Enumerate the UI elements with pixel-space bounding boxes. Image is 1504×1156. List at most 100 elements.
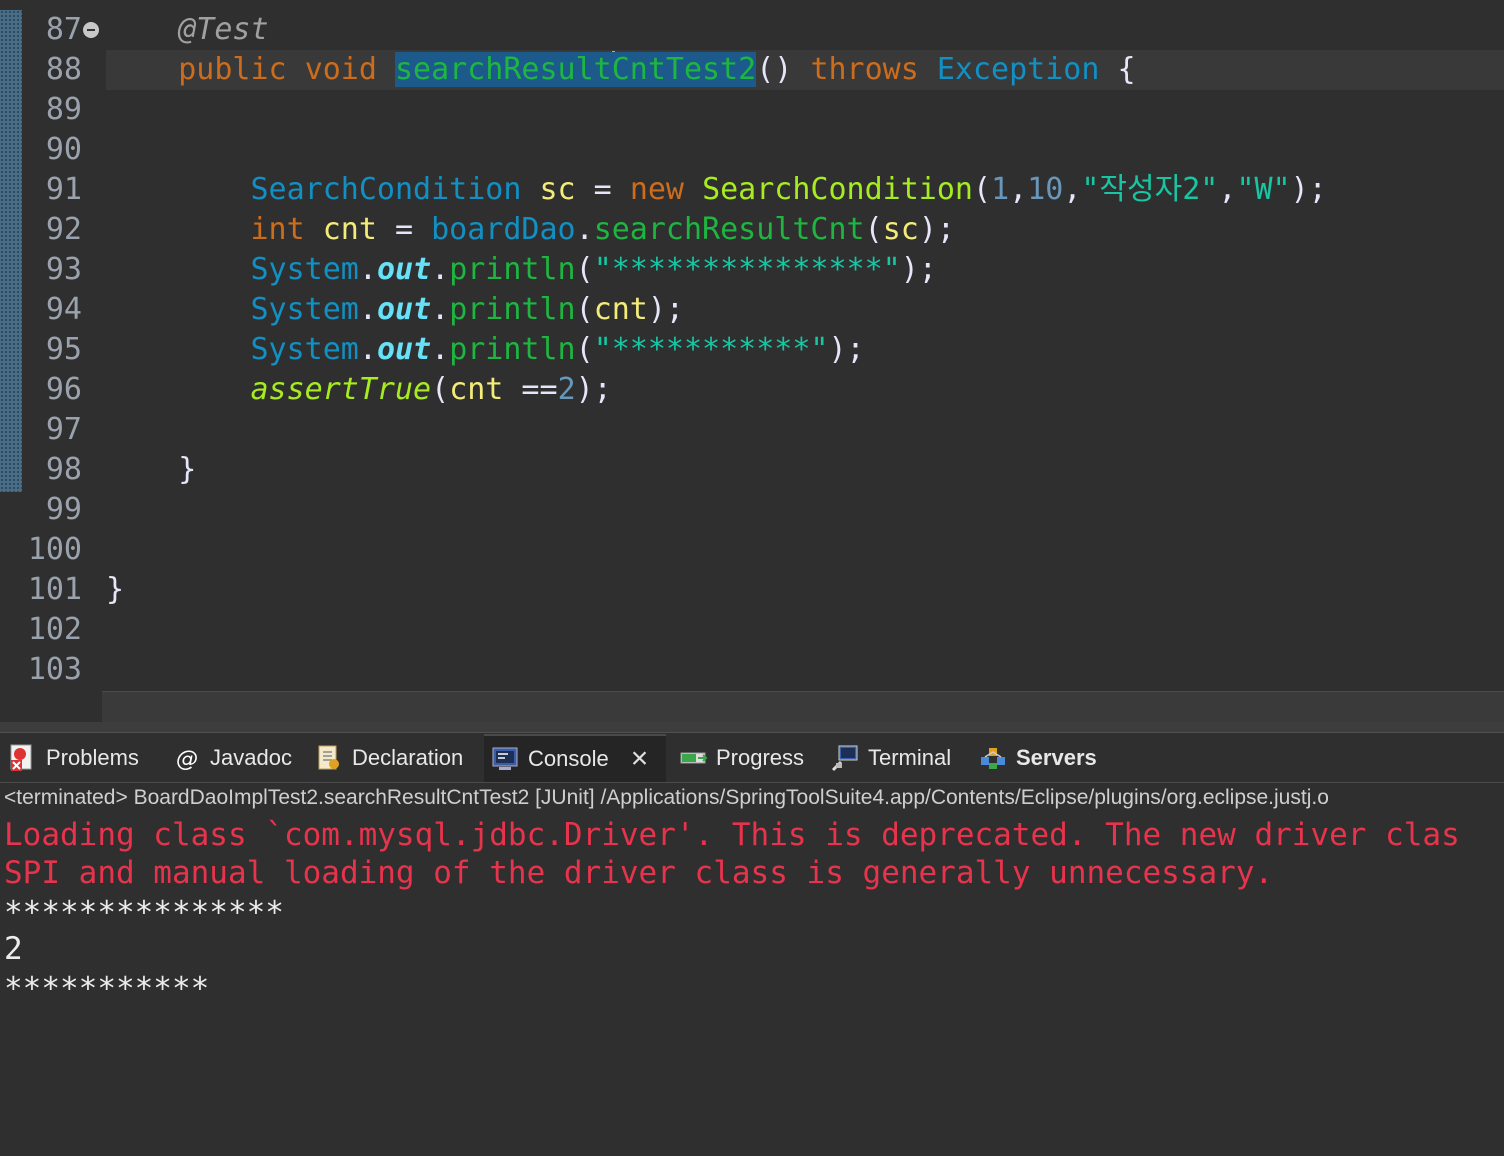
code-line[interactable]: 96 assertTrue(cnt ==2); — [0, 370, 1504, 410]
code-line[interactable]: 97 — [0, 410, 1504, 450]
code-line[interactable]: 90 — [0, 130, 1504, 170]
code-token: System — [250, 292, 359, 327]
code-line[interactable]: 89 — [0, 90, 1504, 130]
tab-terminal[interactable]: Terminal — [824, 734, 964, 782]
code-token: println — [449, 252, 576, 287]
tab-progress[interactable]: Progress — [672, 734, 818, 782]
tab-label: Servers — [1016, 745, 1097, 770]
code-token: void — [304, 52, 377, 87]
code-line[interactable]: 95 System.out.println("***********"); — [0, 330, 1504, 370]
code-token: , — [1063, 172, 1082, 207]
code-token: boardDao — [431, 212, 576, 247]
bottom-panel: Problems @ Javadoc Declaration Console × — [0, 722, 1504, 1156]
code-text: } — [106, 450, 196, 490]
panel-sash[interactable] — [0, 722, 1504, 733]
code-text: SearchCondition sc = new SearchCondition… — [106, 170, 1327, 210]
tab-servers[interactable]: Servers — [972, 734, 1112, 782]
code-token: "***************" — [593, 252, 901, 287]
fold-collapse-icon[interactable] — [83, 22, 99, 38]
code-line[interactable]: 92 int cnt = boardDao.searchResultCnt(sc… — [0, 210, 1504, 250]
close-icon[interactable]: × — [631, 744, 649, 774]
line-number: 98 — [45, 452, 82, 487]
code-token: System — [250, 252, 359, 287]
code-line[interactable]: 98 } — [0, 450, 1504, 490]
code-token: out — [376, 252, 432, 287]
code-token: = — [575, 172, 630, 207]
line-number: 91 — [45, 172, 82, 207]
code-line[interactable]: 103 — [0, 650, 1504, 690]
code-line[interactable]: 87 @Test — [0, 10, 1504, 50]
code-text: } — [106, 570, 124, 610]
tab-javadoc[interactable]: @ Javadoc — [166, 734, 298, 782]
code-line[interactable]: 101} — [0, 570, 1504, 610]
code-line[interactable]: 88 public void searchResultCntTest2() th… — [0, 50, 1504, 90]
code-token: "작성자2" — [1081, 172, 1219, 207]
code-token: ( — [575, 332, 594, 367]
console-line: SPI and manual loading of the driver cla… — [4, 855, 1274, 891]
code-line[interactable]: 91 SearchCondition sc = new SearchCondit… — [0, 170, 1504, 210]
code-token: "W" — [1236, 172, 1291, 207]
code-token: . — [431, 332, 450, 367]
code-token: out — [376, 292, 432, 327]
code-token: } — [106, 452, 197, 487]
console-icon — [490, 744, 520, 774]
tab-label: Progress — [716, 745, 805, 770]
console-line: *************** — [4, 895, 284, 931]
line-number: 100 — [27, 532, 82, 567]
code-token: ); — [900, 252, 937, 287]
line-number: 101 — [27, 572, 82, 607]
line-number: 102 — [27, 612, 82, 647]
code-token: public — [178, 52, 287, 87]
line-number: 103 — [27, 652, 82, 687]
code-token: { — [1099, 52, 1136, 87]
tab-label: Declaration — [352, 745, 464, 770]
javadoc-icon: @ — [172, 743, 202, 773]
code-token: "***********" — [593, 332, 829, 367]
code-token: } — [106, 572, 125, 607]
code-editor[interactable]: 87 @Test 88 public void searchResultCntTe… — [0, 0, 1504, 722]
code-line[interactable]: 100 — [0, 530, 1504, 570]
line-number: 99 — [45, 492, 82, 527]
tab-problems[interactable]: Problems — [2, 734, 152, 782]
line-number: 96 — [45, 372, 82, 407]
code-text: public void searchResultCntTest2() throw… — [106, 50, 1136, 90]
code-line[interactable]: 94 System.out.println(cnt); — [0, 290, 1504, 330]
editor-horizontal-scrollbar[interactable] — [102, 691, 1504, 722]
tab-console[interactable]: Console × — [484, 734, 666, 782]
tab-label: Console — [528, 746, 609, 771]
code-token: , — [1009, 172, 1028, 207]
code-line[interactable]: 93 System.out.println("***************")… — [0, 250, 1504, 290]
code-token: 1 — [991, 172, 1010, 207]
code-line[interactable]: 99 — [0, 490, 1504, 530]
code-token: Exception — [936, 52, 1100, 87]
tab-declaration[interactable]: Declaration — [308, 734, 478, 782]
tab-label: Javadoc — [210, 745, 292, 770]
code-token: SearchCondition — [702, 172, 973, 207]
code-token: cnt — [449, 372, 504, 407]
code-token: sc — [539, 172, 576, 207]
line-number: 90 — [45, 132, 82, 167]
code-token: throws — [810, 52, 919, 87]
code-token: 2 — [557, 372, 576, 407]
code-token: . — [358, 332, 377, 367]
code-token: assertTrue — [250, 372, 432, 407]
code-text: System.out.println("***********"); — [106, 330, 865, 370]
line-number: 92 — [45, 212, 82, 247]
code-token: . — [358, 252, 377, 287]
code-line[interactable]: 102 — [0, 610, 1504, 650]
code-token: println — [449, 332, 576, 367]
code-token: ( — [575, 252, 594, 287]
code-token: = — [376, 212, 432, 247]
code-token: 10 — [1027, 172, 1064, 207]
code-token: == — [503, 372, 558, 407]
line-number: 95 — [45, 332, 82, 367]
